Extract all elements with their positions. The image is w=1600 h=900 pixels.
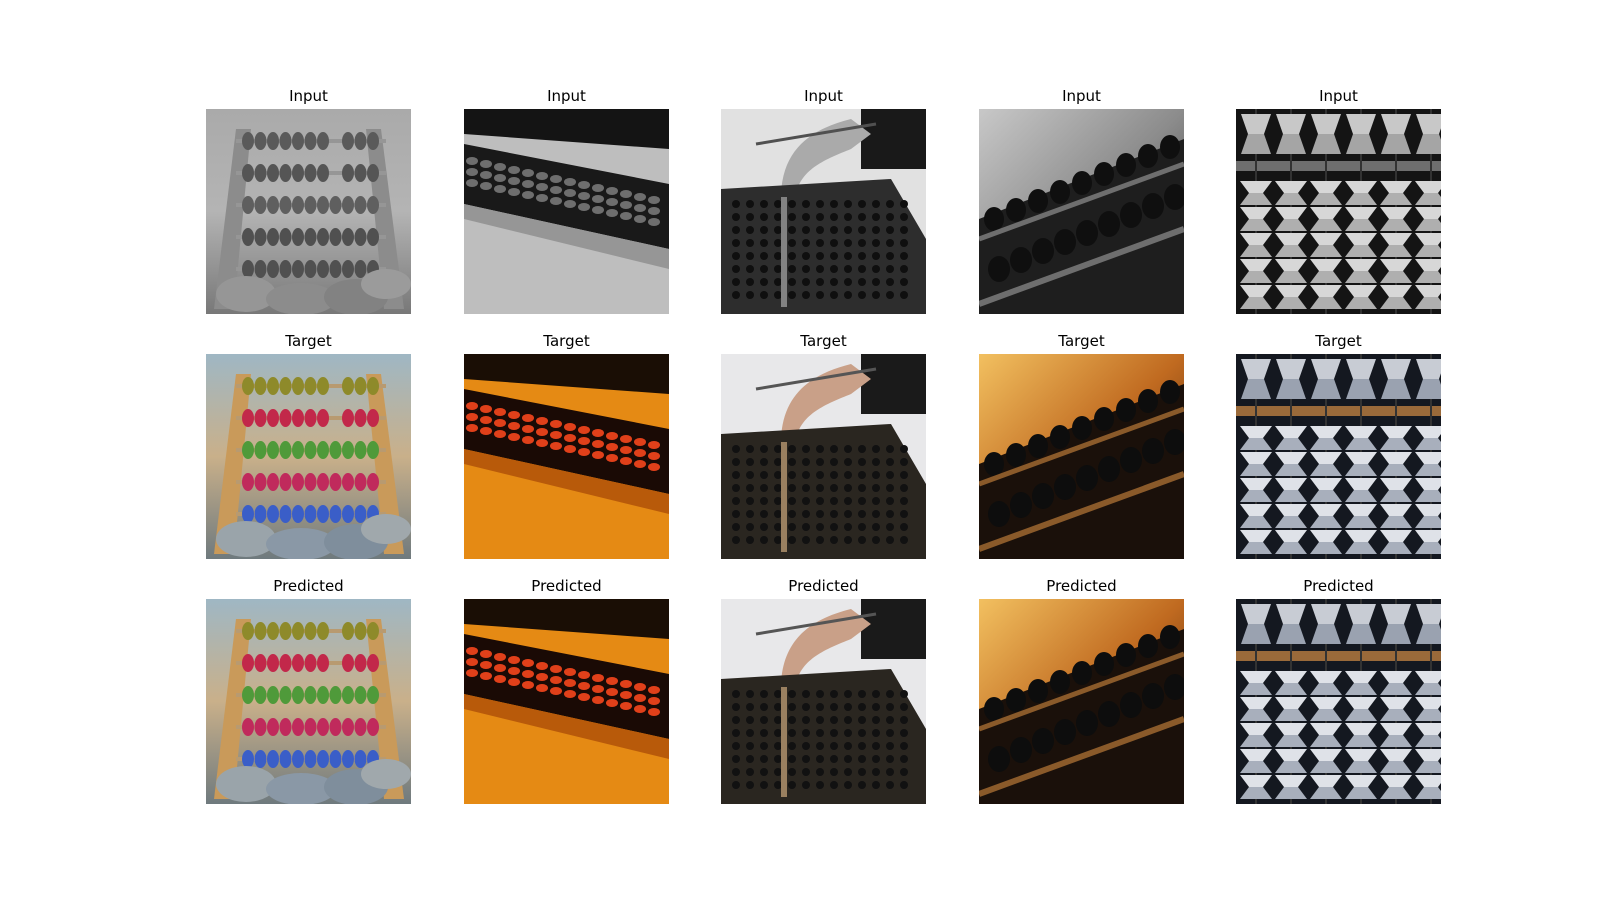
- image-hand-with-pen-on-abacus: [721, 354, 926, 559]
- image-abacus-porcelain-beads: [1236, 354, 1441, 559]
- image-abacus-on-orange-table: [464, 354, 669, 559]
- panel-title: Target: [800, 332, 847, 350]
- panel-image-abacus-porcelain-beads: [1236, 354, 1441, 559]
- panel-title: Predicted: [273, 577, 344, 595]
- panel-image-abacus-on-stones: [206, 599, 411, 804]
- panel-title: Predicted: [1303, 577, 1374, 595]
- panel-image-hand-with-pen-on-abacus: [721, 354, 926, 559]
- panel-image-blurred-abacus-warm-light: [979, 354, 1184, 559]
- panel-title: Input: [289, 87, 328, 105]
- image-abacus-on-orange-table: [464, 599, 669, 804]
- panel-title: Input: [547, 87, 586, 105]
- panel-title: Input: [1062, 87, 1101, 105]
- panel-title: Target: [1058, 332, 1105, 350]
- panel-image-abacus-porcelain-beads: [1236, 599, 1441, 804]
- panel-image-abacus-on-orange-table: [464, 109, 669, 314]
- image-abacus-on-stones: [206, 109, 411, 314]
- image-abacus-on-orange-table: [464, 109, 669, 314]
- image-abacus-porcelain-beads: [1236, 599, 1441, 804]
- panel-title: Predicted: [531, 577, 602, 595]
- comparison-figure: Input Input Input Input Input Target Target Tar…: [0, 0, 1600, 900]
- panel-title: Input: [804, 87, 843, 105]
- panel-title: Target: [1315, 332, 1362, 350]
- image-hand-with-pen-on-abacus: [721, 599, 926, 804]
- image-abacus-on-stones: [206, 354, 411, 559]
- panel-image-blurred-abacus-warm-light: [979, 599, 1184, 804]
- panel-title: Input: [1319, 87, 1358, 105]
- image-abacus-porcelain-beads: [1236, 109, 1441, 314]
- panel-image-abacus-porcelain-beads: [1236, 109, 1441, 314]
- panel-image-abacus-on-stones: [206, 109, 411, 314]
- panel-image-abacus-on-orange-table: [464, 354, 669, 559]
- image-abacus-on-stones: [206, 599, 411, 804]
- panel-image-hand-with-pen-on-abacus: [721, 109, 926, 314]
- panel-image-hand-with-pen-on-abacus: [721, 599, 926, 804]
- panel-title: Predicted: [788, 577, 859, 595]
- panel-title: Predicted: [1046, 577, 1117, 595]
- image-hand-with-pen-on-abacus: [721, 109, 926, 314]
- panel-image-abacus-on-stones: [206, 354, 411, 559]
- panel-image-abacus-on-orange-table: [464, 599, 669, 804]
- panel-image-blurred-abacus-warm-light: [979, 109, 1184, 314]
- panel-title: Target: [543, 332, 590, 350]
- panel-title: Target: [285, 332, 332, 350]
- image-blurred-abacus-warm-light: [979, 599, 1184, 804]
- image-blurred-abacus-warm-light: [979, 354, 1184, 559]
- image-blurred-abacus-warm-light: [979, 109, 1184, 314]
